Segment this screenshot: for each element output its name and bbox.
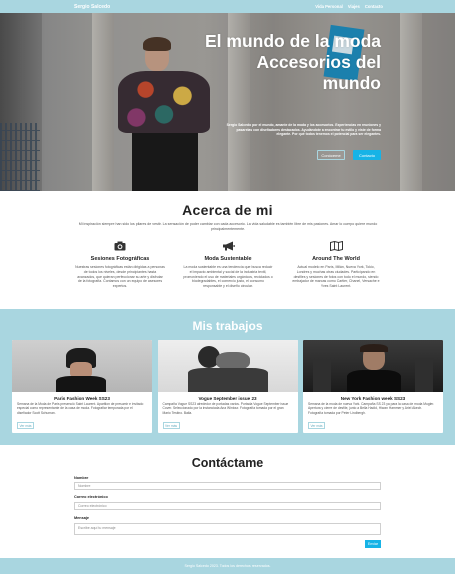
about-column-text: Nuestras sesiones fotográficas están dir…: [75, 265, 165, 289]
work-card: New York Fashion week SS23 Semana de la …: [303, 340, 443, 433]
about-column: Sesiones Fotográficas Nuestras sesiones …: [75, 240, 165, 289]
email-label: Correo electrónico: [74, 495, 108, 499]
nav-links: Vida Personal Viajes Contacto: [315, 4, 383, 9]
work-card-text: Semana de la moda de nueva York. Campaña…: [308, 402, 435, 415]
about-title: Acerca de mi: [182, 202, 273, 218]
work-card-image: [12, 340, 152, 392]
send-button[interactable]: Enviar: [365, 540, 381, 548]
work-card-image: [303, 340, 443, 392]
conoceme-button[interactable]: Conóceme: [317, 150, 345, 160]
ver-mas-button[interactable]: Ver más: [308, 422, 325, 429]
about-section: Acerca de mi Mi inspiración siempre han …: [0, 191, 455, 309]
work-card: Vogue September issue 23 Campaña Vogue S…: [157, 340, 298, 433]
ver-mas-button[interactable]: Ver más: [162, 422, 180, 429]
works-title: Mis trabajos: [192, 319, 263, 333]
name-input[interactable]: Nombre: [74, 482, 381, 490]
about-column: Around The World Actual modelo en París,…: [291, 240, 381, 289]
work-card: Paris Fashion Week SS23 Semana de la Mod…: [12, 340, 152, 433]
about-column: Moda Sustentable La moda sustentable es …: [183, 240, 273, 289]
works-cards: Paris Fashion Week SS23 Semana de la Mod…: [12, 340, 443, 433]
nav-link-viajes[interactable]: Viajes: [348, 4, 360, 9]
camera-icon: [75, 240, 165, 252]
about-columns: Sesiones Fotográficas Nuestras sesiones …: [75, 240, 381, 289]
contacto-button[interactable]: Contacto: [353, 150, 381, 160]
nav-link-vida-personal[interactable]: Vida Personal: [315, 4, 343, 9]
work-card-text: Semana de la Moda de Paris presenció Sai…: [17, 402, 144, 415]
ver-mas-button[interactable]: Ver más: [17, 422, 34, 429]
works-section: Mis trabajos Paris Fashion Week SS23 Sem…: [0, 309, 455, 445]
email-input[interactable]: Correo electrónico: [74, 502, 381, 510]
about-column-title: Sesiones Fotográficas: [90, 256, 150, 262]
footer: Sergio Salcedo 2023. Todos los derechos …: [0, 558, 455, 574]
top-navbar: Sergio Salcedo Vida Personal Viajes Cont…: [0, 0, 455, 13]
hero-description: Sergio Salcedo por el mundo, amante de l…: [226, 123, 381, 137]
message-textarea[interactable]: Escribe aquí tu mensaje: [74, 523, 381, 535]
hero-section: El mundo de la moda Accesorios del mundo…: [0, 13, 455, 191]
about-column-title: Around The World: [312, 256, 360, 262]
hero-title: El mundo de la moda Accesorios del mundo: [205, 31, 381, 93]
name-label: Nombre: [74, 476, 89, 480]
contact-title: Contáctame: [191, 456, 264, 470]
message-label: Mensaje: [74, 516, 89, 520]
footer-copyright: Sergio Salcedo 2023. Todos los derechos …: [184, 564, 271, 568]
brand-name[interactable]: Sergio Salcedo: [74, 4, 110, 10]
megaphone-icon: [183, 240, 273, 252]
nav-link-contacto[interactable]: Contacto: [365, 4, 383, 9]
contact-section: Contáctame Nombre Nombre Correo electrón…: [0, 445, 455, 558]
map-icon: [291, 240, 381, 252]
about-column-title: Moda Sustentable: [204, 256, 252, 262]
about-column-text: La moda sustentable es una tendencia que…: [183, 265, 273, 289]
about-intro: Mi inspiración siempre han sido los pila…: [78, 222, 378, 231]
work-card-text: Campaña Vogue SS23 alrededor de portadas…: [162, 402, 289, 415]
about-column-text: Actual modelo en París, Milán, Nueva Yor…: [292, 265, 380, 289]
hero-buttons: Conóceme Contacto: [317, 150, 381, 160]
work-card-image: [157, 340, 298, 392]
